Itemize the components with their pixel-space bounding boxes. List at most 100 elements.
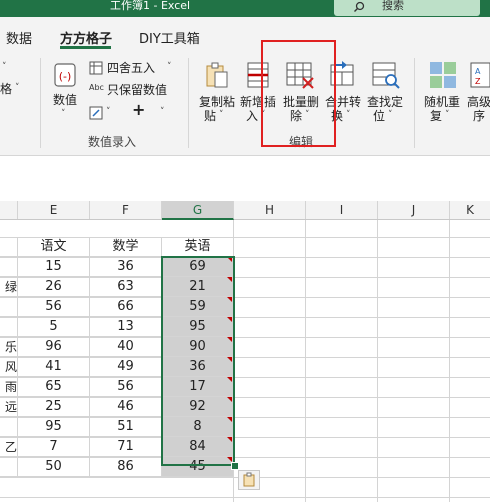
selected-cell[interactable]: 84: [162, 437, 234, 457]
advanced-label-1[interactable]: 高级: [467, 95, 490, 109]
fill-handle[interactable]: [231, 462, 239, 470]
plus-button[interactable]: +: [132, 102, 145, 118]
value-icon[interactable]: (-): [52, 62, 78, 92]
header-cell[interactable]: 语文: [18, 237, 90, 257]
data-cell[interactable]: 49: [90, 357, 162, 377]
chevron-down-icon[interactable]: ˅: [160, 107, 165, 117]
data-cell[interactable]: 86: [90, 457, 162, 477]
data-cell[interactable]: 36: [90, 257, 162, 277]
data-cell[interactable]: 56: [90, 377, 162, 397]
data-cell[interactable]: 15: [18, 257, 90, 277]
chevron-down-icon[interactable]: ˅: [15, 83, 20, 93]
data-cell[interactable]: 25: [18, 397, 90, 417]
data-cell[interactable]: 13: [90, 317, 162, 337]
chevron-down-icon[interactable]: ˅: [61, 109, 66, 119]
group-separator: [40, 58, 41, 148]
sort-icon[interactable]: AZ: [469, 60, 490, 94]
data-cell[interactable]: 41: [18, 357, 90, 377]
row-fragment[interactable]: [0, 257, 18, 277]
column-header-J[interactable]: J: [378, 201, 450, 219]
insert-label-2[interactable]: 入: [246, 109, 258, 123]
edit-icon[interactable]: [89, 105, 103, 124]
data-cell[interactable]: 26: [18, 277, 90, 297]
keep-value-label[interactable]: 只保留数值: [107, 83, 167, 97]
column-header-G[interactable]: G: [162, 201, 234, 220]
header-cell[interactable]: 英语: [162, 237, 234, 257]
sheet-gap: [0, 156, 490, 201]
selected-cell[interactable]: 59: [162, 297, 234, 317]
row-fragment[interactable]: [0, 237, 18, 257]
copy-paste-icon[interactable]: [203, 60, 231, 94]
data-cell[interactable]: 96: [18, 337, 90, 357]
tab-data[interactable]: 数据: [6, 28, 32, 47]
selected-cell[interactable]: 69: [162, 257, 234, 277]
data-cell[interactable]: 95: [18, 417, 90, 437]
selected-cell[interactable]: 92: [162, 397, 234, 417]
selected-cell[interactable]: 45: [162, 457, 234, 477]
column-header-F[interactable]: F: [90, 201, 162, 219]
chevron-down-icon[interactable]: ˅: [219, 110, 224, 120]
row-fragment[interactable]: 乙: [0, 437, 18, 457]
tab-fangfanggezi[interactable]: 方方格子: [60, 28, 112, 47]
row-fragment[interactable]: [0, 317, 18, 337]
find-label-2[interactable]: 位: [373, 109, 385, 123]
data-cell[interactable]: 71: [90, 437, 162, 457]
row-fragment[interactable]: [0, 457, 18, 477]
data-cell[interactable]: 50: [18, 457, 90, 477]
data-cell[interactable]: 65: [18, 377, 90, 397]
selected-cell[interactable]: 8: [162, 417, 234, 437]
chevron-down-icon[interactable]: ˅: [346, 110, 351, 120]
chevron-down-icon[interactable]: ˅: [388, 110, 393, 120]
row-fragment[interactable]: 风: [0, 357, 18, 377]
selected-cell[interactable]: 95: [162, 317, 234, 337]
search-icon[interactable]: [353, 1, 365, 16]
column-header-K[interactable]: K: [450, 201, 490, 219]
advanced-label-2[interactable]: 序: [473, 109, 485, 123]
find-label-1[interactable]: 查找定: [367, 95, 403, 109]
selected-cell[interactable]: 36: [162, 357, 234, 377]
data-cell[interactable]: 66: [90, 297, 162, 317]
value-button-label[interactable]: 数值: [53, 93, 77, 107]
copy-paste-label-1[interactable]: 复制粘: [199, 95, 235, 109]
round-icon[interactable]: [89, 60, 103, 79]
chevron-down-icon[interactable]: ˅: [167, 62, 172, 72]
data-cell[interactable]: 7: [18, 437, 90, 457]
selected-cell[interactable]: 90: [162, 337, 234, 357]
row-fragment[interactable]: 绿: [0, 277, 18, 297]
row-fragment[interactable]: 远: [0, 397, 18, 417]
row-fragment[interactable]: [0, 297, 18, 317]
row-fragment[interactable]: 雨: [0, 377, 18, 397]
svg-text:(-): (-): [59, 70, 72, 83]
copy-paste-label-2[interactable]: 贴: [204, 109, 216, 123]
column-header-I[interactable]: I: [306, 201, 378, 219]
data-cell[interactable]: 5: [18, 317, 90, 337]
random-label-1[interactable]: 随机重: [424, 95, 460, 109]
column-header-H[interactable]: H: [234, 201, 306, 219]
round-label[interactable]: 四舍五入: [107, 61, 155, 75]
header-cell[interactable]: 数学: [90, 237, 162, 257]
tab-diy-toolbox[interactable]: DIY工具箱: [139, 28, 200, 47]
data-cell[interactable]: 46: [90, 397, 162, 417]
chevron-down-icon[interactable]: ˅: [445, 110, 450, 120]
data-cell[interactable]: 51: [90, 417, 162, 437]
data-cell[interactable]: 56: [18, 297, 90, 317]
random-icon[interactable]: [428, 60, 458, 94]
column-header-E[interactable]: E: [18, 201, 90, 219]
column-header-stub[interactable]: [0, 201, 18, 219]
comment-indicator: [227, 377, 232, 382]
selected-cell[interactable]: 17: [162, 377, 234, 397]
data-cell[interactable]: 40: [90, 337, 162, 357]
paste-options-icon[interactable]: [238, 470, 260, 490]
chevron-down-icon[interactable]: ˅: [2, 62, 7, 72]
random-label-2[interactable]: 复: [430, 109, 442, 123]
search-label[interactable]: 搜索: [382, 0, 404, 12]
find-icon[interactable]: [371, 60, 401, 94]
keep-value-icon[interactable]: Abc: [89, 83, 104, 92]
row-fragment[interactable]: 乐: [0, 337, 18, 357]
selected-cell[interactable]: 21: [162, 277, 234, 297]
chevron-down-icon[interactable]: ˅: [106, 107, 111, 117]
data-cell[interactable]: 63: [90, 277, 162, 297]
comment-indicator: [227, 277, 232, 282]
fragment-label[interactable]: 格: [0, 82, 12, 96]
row-fragment[interactable]: [0, 417, 18, 437]
